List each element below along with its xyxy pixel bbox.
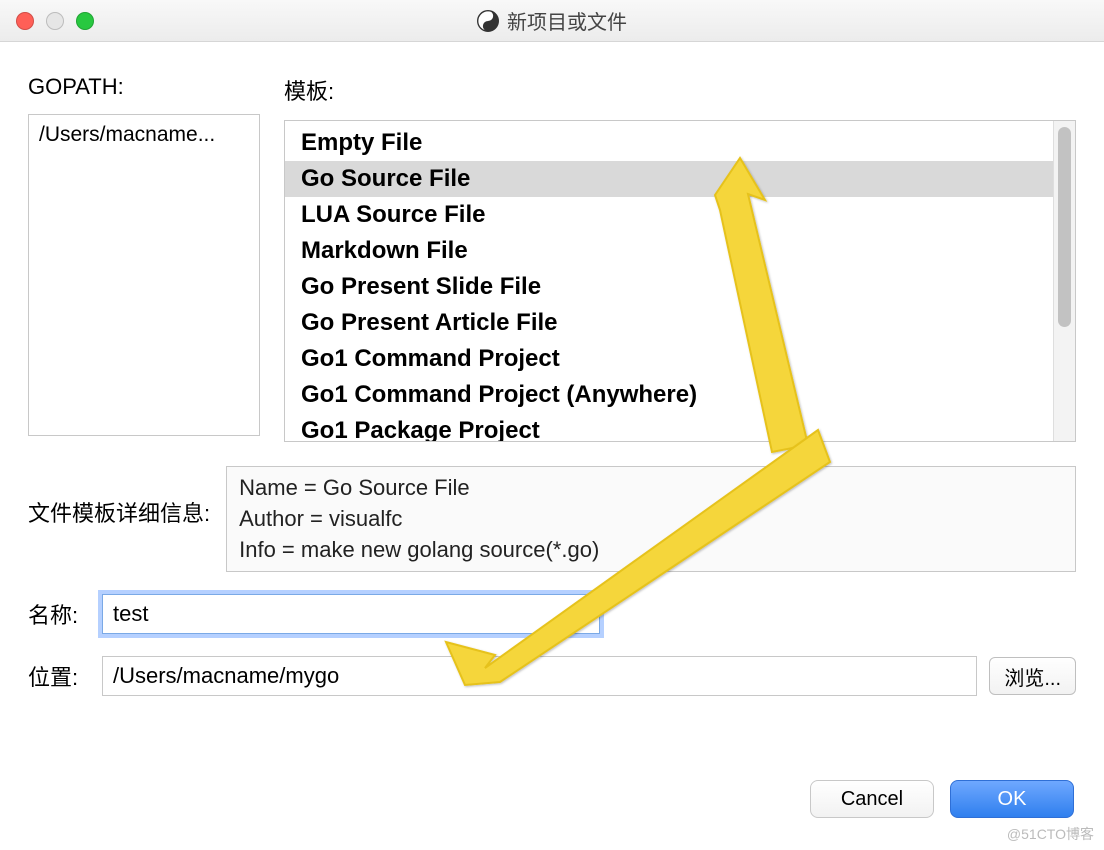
details-label: 文件模板详细信息:	[28, 466, 210, 528]
location-row: 位置: 浏览...	[28, 656, 1076, 696]
ok-button[interactable]: OK	[950, 780, 1074, 818]
browse-button[interactable]: 浏览...	[989, 657, 1076, 695]
window-title-wrap: 新项目或文件	[0, 6, 1104, 35]
watermark: @51CTO博客	[1007, 824, 1094, 844]
gopath-label: GOPATH:	[28, 74, 260, 100]
dialog-footer: Cancel OK	[810, 780, 1074, 818]
zoom-window-button[interactable]	[76, 12, 94, 30]
template-scroll-thumb[interactable]	[1058, 127, 1071, 327]
template-item-markdown-file[interactable]: Markdown File	[285, 233, 1053, 269]
template-item-go1-package-project[interactable]: Go1 Package Project	[285, 413, 1053, 441]
template-list-box: Empty File Go Source File LUA Source Fil…	[284, 120, 1076, 442]
details-text: Name = Go Source File Author = visualfc …	[226, 466, 1076, 572]
name-input[interactable]	[102, 594, 600, 634]
gopath-list[interactable]: /Users/macname...	[28, 114, 260, 436]
close-window-button[interactable]	[16, 12, 34, 30]
window-title: 新项目或文件	[507, 6, 627, 35]
gopath-column: GOPATH: /Users/macname...	[28, 74, 260, 442]
details-row: 文件模板详细信息: Name = Go Source File Author =…	[28, 466, 1076, 572]
location-input[interactable]	[102, 656, 977, 696]
template-label: 模板:	[284, 74, 1076, 106]
minimize-window-button[interactable]	[46, 12, 64, 30]
cancel-button[interactable]: Cancel	[810, 780, 934, 818]
titlebar: 新项目或文件	[0, 0, 1104, 42]
template-list[interactable]: Empty File Go Source File LUA Source Fil…	[285, 121, 1053, 441]
template-item-go-present-article[interactable]: Go Present Article File	[285, 305, 1053, 341]
traffic-lights	[0, 12, 94, 30]
name-row: 名称:	[28, 594, 1076, 634]
template-item-lua-source-file[interactable]: LUA Source File	[285, 197, 1053, 233]
template-scrollbar[interactable]	[1053, 121, 1075, 441]
template-item-go1-command-project[interactable]: Go1 Command Project	[285, 341, 1053, 377]
template-item-empty-file[interactable]: Empty File	[285, 125, 1053, 161]
template-item-go1-command-project-anywhere[interactable]: Go1 Command Project (Anywhere)	[285, 377, 1053, 413]
dialog-content: GOPATH: /Users/macname... 模板: Empty File…	[0, 42, 1104, 716]
yin-yang-icon	[477, 10, 499, 32]
template-item-go-present-slide[interactable]: Go Present Slide File	[285, 269, 1053, 305]
name-label: 名称:	[28, 598, 90, 630]
location-label: 位置:	[28, 660, 90, 692]
template-item-go-source-file[interactable]: Go Source File	[285, 161, 1053, 197]
gopath-item[interactable]: /Users/macname...	[39, 123, 249, 147]
template-column: 模板: Empty File Go Source File LUA Source…	[284, 74, 1076, 442]
